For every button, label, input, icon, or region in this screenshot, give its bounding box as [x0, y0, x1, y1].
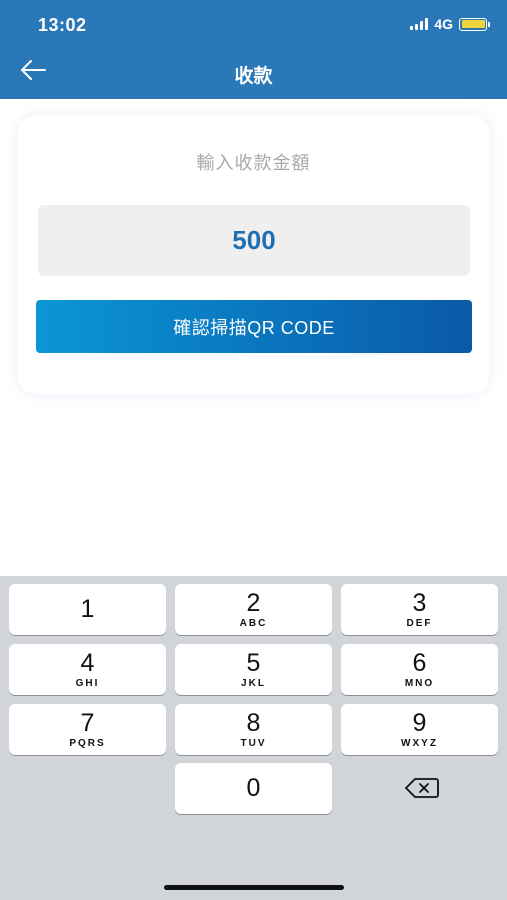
app-header: 13:02 4G 收款: [0, 0, 507, 99]
key-7[interactable]: 7 PQRS: [9, 704, 166, 755]
key-0[interactable]: 0: [175, 763, 332, 814]
key-4[interactable]: 4 GHI: [9, 644, 166, 695]
signal-icon: [410, 18, 429, 30]
backspace-icon[interactable]: [405, 777, 439, 799]
confirm-scan-button[interactable]: 確認掃描QR CODE: [36, 300, 472, 353]
status-indicators: 4G: [410, 16, 490, 32]
key-6[interactable]: 6 MNO: [341, 644, 498, 695]
confirm-scan-label: 確認掃描QR CODE: [173, 317, 335, 338]
key-8[interactable]: 8 TUV: [175, 704, 332, 755]
key-1[interactable]: 1: [9, 584, 166, 635]
page-title: 收款: [234, 66, 273, 87]
key-2[interactable]: 2 ABC: [175, 584, 332, 635]
amount-prompt: 輸入收款金額: [196, 153, 311, 173]
key-5[interactable]: 5 JKL: [175, 644, 332, 695]
payment-card: 輸入收款金額 500 確認掃描QR CODE: [18, 115, 489, 394]
amount-input[interactable]: 500: [38, 205, 470, 276]
network-type: 4G: [434, 16, 453, 32]
key-3[interactable]: 3 DEF: [341, 584, 498, 635]
home-indicator: [164, 885, 344, 890]
battery-icon: [459, 17, 490, 31]
key-9[interactable]: 9 WXYZ: [341, 704, 498, 755]
status-time: 13:02: [38, 15, 87, 35]
